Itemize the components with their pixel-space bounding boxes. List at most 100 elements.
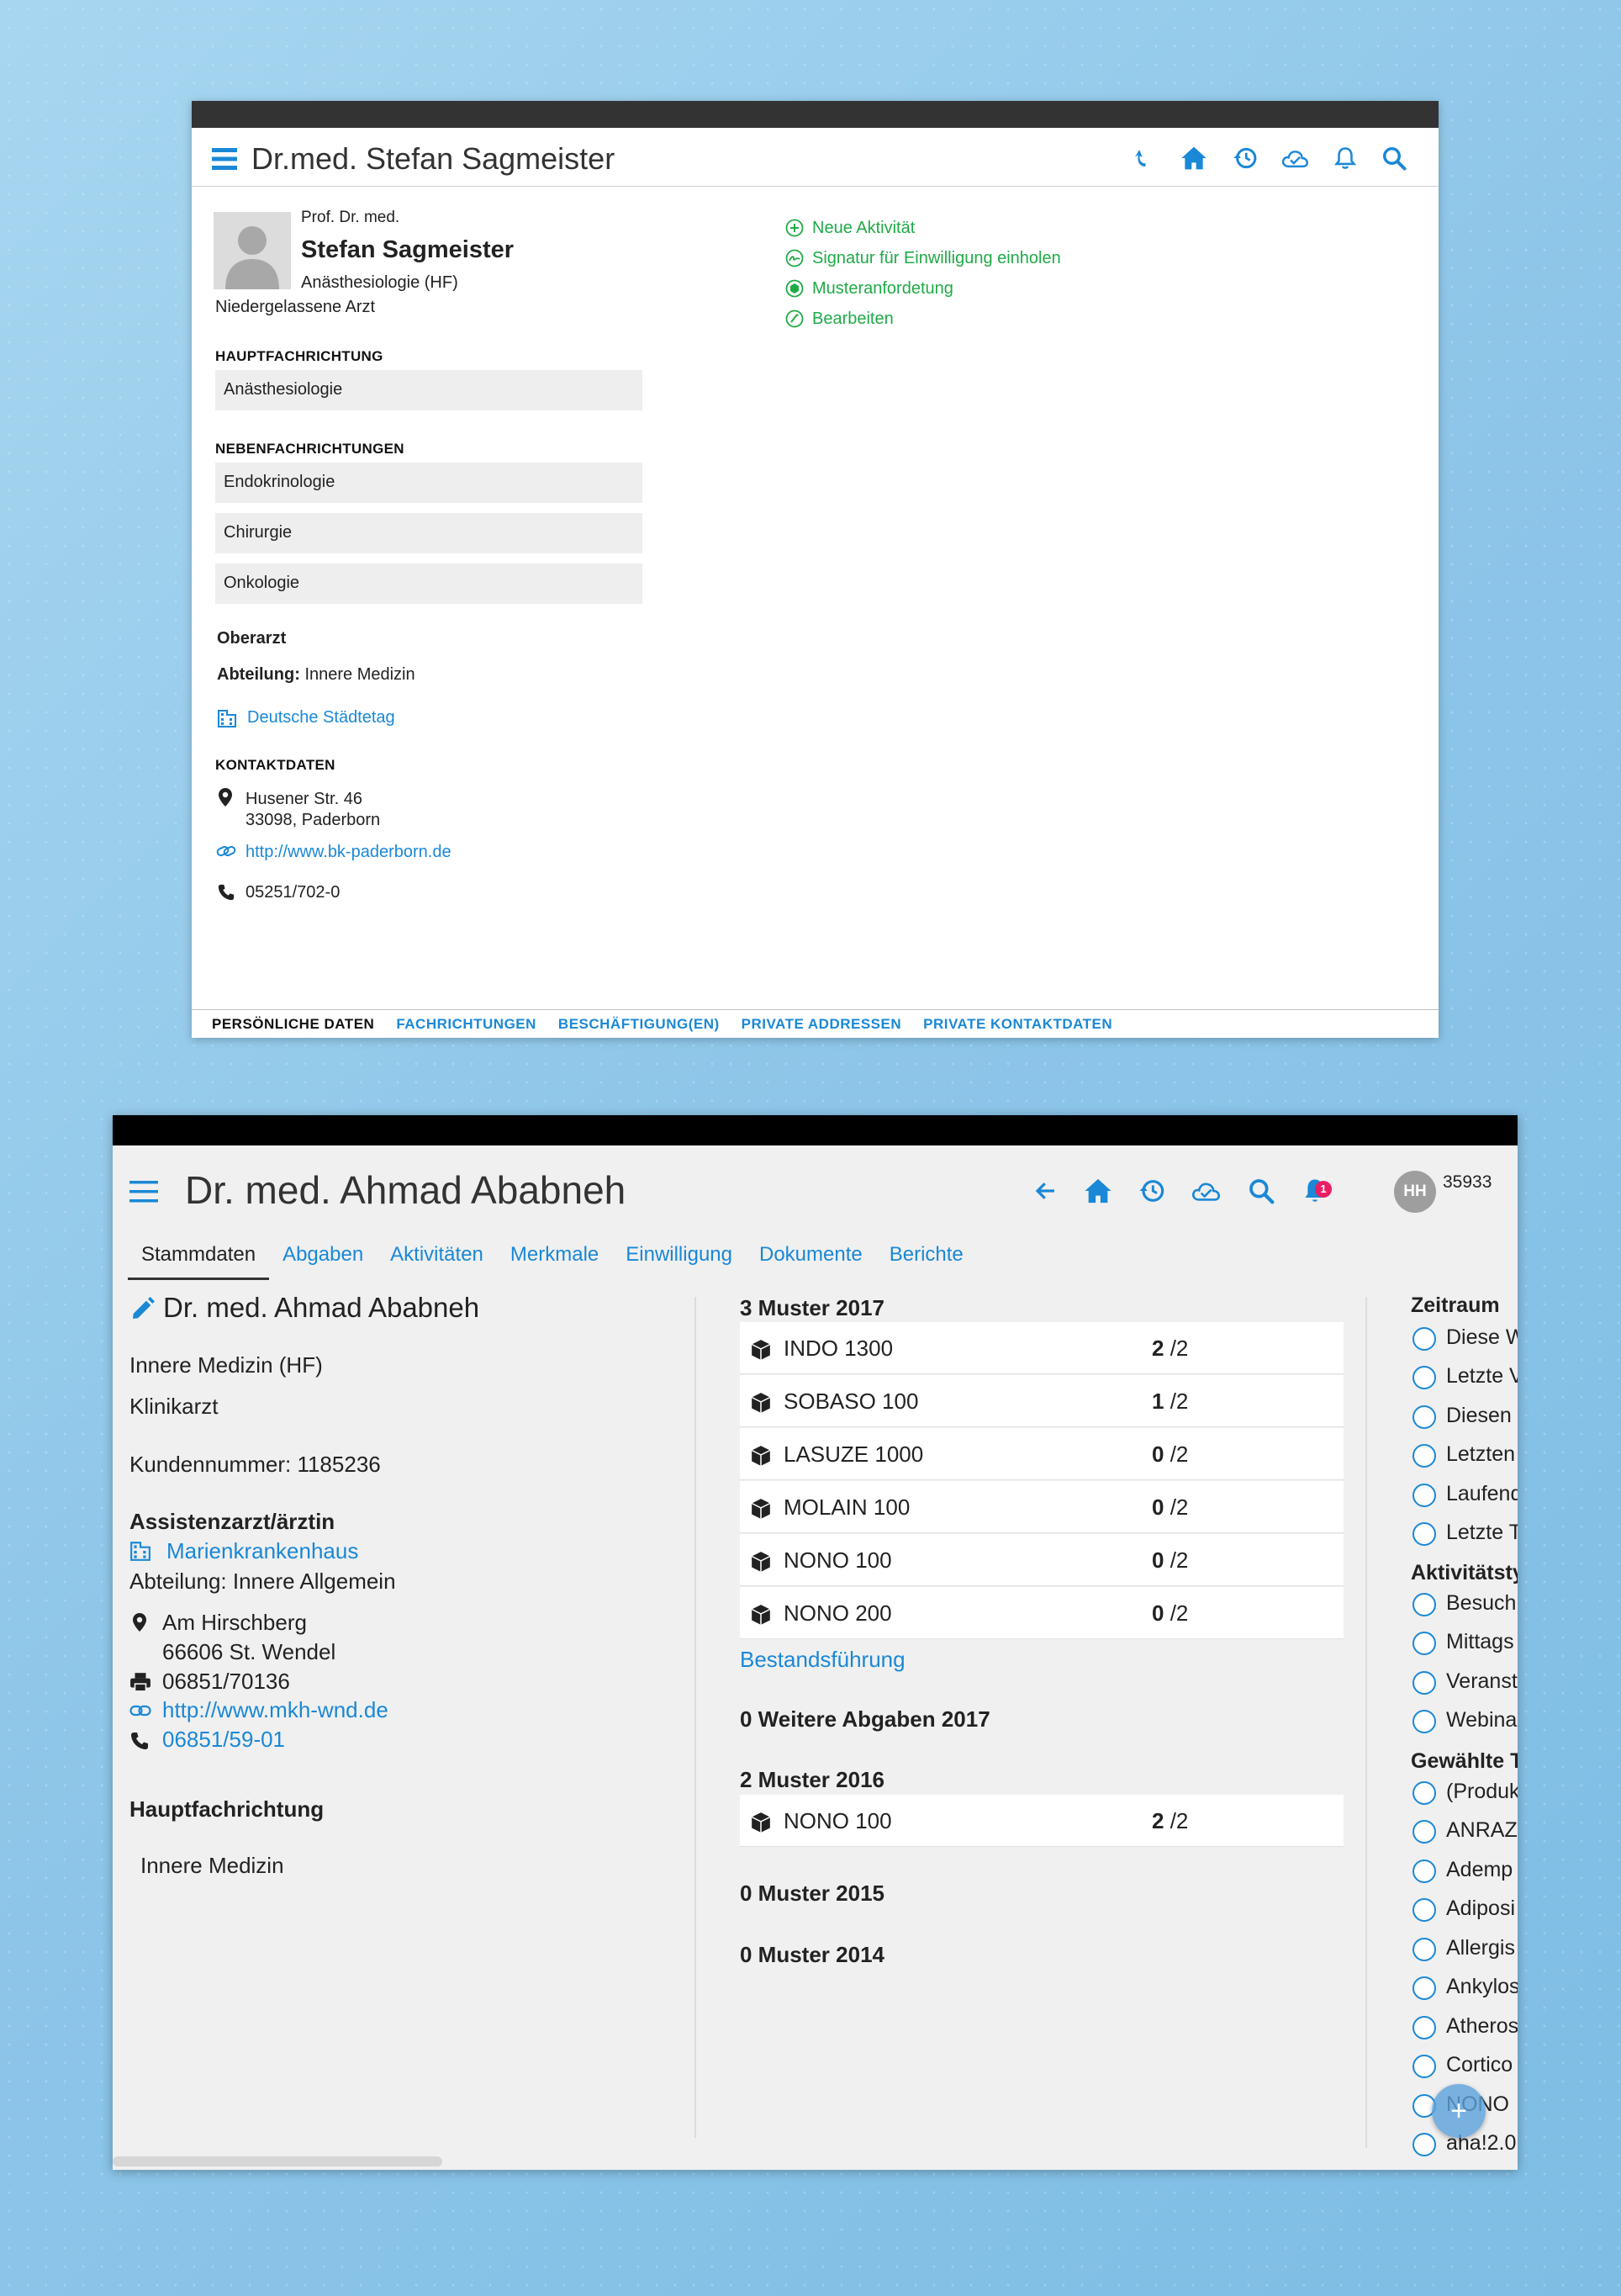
cloud-check-icon[interactable]: [1189, 1174, 1222, 1208]
phone-icon: [129, 1731, 150, 1751]
home-icon[interactable]: [1081, 1174, 1115, 1208]
horizontal-scrollbar[interactable]: [113, 2156, 442, 2166]
radio-button[interactable]: [1412, 1860, 1436, 1883]
sample-icon: [785, 279, 804, 298]
sample-count-value: 1: [1152, 1389, 1164, 1414]
sample-count: 0 /2: [1152, 1495, 1188, 1521]
tab-aktivitaeten[interactable]: Aktivitäten: [377, 1240, 497, 1280]
sample-name: NONO 100: [784, 1547, 892, 1573]
nebenfachrichtung-item: Endokrinologie: [215, 463, 642, 503]
bell-icon[interactable]: [1330, 143, 1360, 173]
radio-button[interactable]: [1412, 1671, 1436, 1695]
tab-dokumente[interactable]: Dokumente: [746, 1240, 876, 1280]
sample-row[interactable]: INDO 1300 2 /2: [740, 1322, 1344, 1374]
window-title-bar: [192, 101, 1439, 128]
sample-row[interactable]: SOBASO 100 1 /2: [740, 1375, 1344, 1427]
page-title: Dr.med. Stefan Sagmeister: [251, 141, 615, 176]
arrow-back-icon[interactable]: [1029, 1174, 1063, 1208]
radio-button[interactable]: [1412, 1366, 1436, 1389]
history-icon[interactable]: [1230, 143, 1260, 173]
abteilung: Abteilung: Innere Medizin: [217, 665, 415, 685]
sample-count: 0 /2: [1152, 1442, 1188, 1468]
radio-button[interactable]: [1412, 2133, 1436, 2156]
tab-beschaeftigungen[interactable]: BESCHÄFTIGUNG(EN): [558, 1016, 720, 1033]
role: Klinikarzt: [129, 1394, 219, 1419]
search-icon[interactable]: [1379, 143, 1409, 173]
notification-badge: 1: [1315, 1181, 1332, 1198]
sample-count: 0 /2: [1152, 1600, 1188, 1627]
user-avatar[interactable]: HH: [1394, 1171, 1436, 1213]
radio-button[interactable]: [1412, 1632, 1436, 1655]
search-icon[interactable]: [1244, 1174, 1278, 1208]
sample-name: LASUZE 1000: [784, 1442, 924, 1467]
tab-private-addressen[interactable]: PRIVATE ADDRESSEN: [742, 1016, 902, 1033]
history-icon[interactable]: [1135, 1174, 1169, 1208]
signature-label: Signatur für Einwilligung einholen: [812, 248, 1061, 267]
phone-link[interactable]: 06851/59-01: [162, 1727, 285, 1753]
tab-berichte[interactable]: Berichte: [876, 1240, 977, 1280]
radio-button[interactable]: [1412, 1781, 1436, 1805]
tab-abgaben[interactable]: Abgaben: [269, 1240, 377, 1280]
add-fab-button[interactable]: +: [1432, 2084, 1486, 2138]
undo-icon[interactable]: [1128, 143, 1159, 173]
position: Oberarzt: [217, 629, 287, 648]
tab-stammdaten[interactable]: Stammdaten: [128, 1240, 270, 1280]
radio-button[interactable]: [1412, 1405, 1436, 1429]
tab-merkmale[interactable]: Merkmale: [497, 1240, 612, 1280]
radio-button[interactable]: [1412, 2016, 1436, 2039]
tab-private-kontaktdaten[interactable]: PRIVATE KONTAKTDATEN: [923, 1016, 1112, 1033]
tab-persoenliche-daten[interactable]: PERSÖNLICHE DATEN: [212, 1016, 374, 1033]
sample-count-value: 0: [1152, 1442, 1164, 1467]
radio-button[interactable]: [1412, 2055, 1436, 2078]
fax-number: 06851/70136: [162, 1669, 290, 1694]
sample-row[interactable]: NONO 200 0 /2: [740, 1587, 1344, 1639]
abteilung-label: Abteilung:: [217, 665, 300, 684]
radio-button[interactable]: [1412, 1593, 1436, 1616]
bestandsfuehrung-link[interactable]: Bestandsführung: [740, 1647, 906, 1673]
radio-button[interactable]: [1412, 1710, 1436, 1733]
website-link[interactable]: http://www.bk-paderborn.de: [246, 843, 451, 862]
signature-action[interactable]: Signatur für Einwilligung einholen: [785, 246, 1061, 270]
website-link[interactable]: http://www.mkh-wnd.de: [162, 1697, 388, 1723]
cloud-check-icon[interactable]: [1280, 143, 1310, 173]
radio-button[interactable]: [1412, 1976, 1436, 2000]
menu-icon[interactable]: [129, 1181, 158, 1203]
sample-count-value: 0: [1152, 1600, 1164, 1626]
tab-fachrichtungen[interactable]: FACHRICHTUNGEN: [396, 1016, 536, 1033]
filter-section-zeitraum: Zeitraum: [1411, 1293, 1500, 1317]
radio-button[interactable]: [1412, 1484, 1436, 1507]
avatar: [214, 212, 291, 289]
sample-row[interactable]: NONO 100 2 /2: [740, 1795, 1344, 1847]
sample-request-action[interactable]: Musteranfordetung: [785, 277, 953, 300]
sample-count-total: /2: [1170, 1336, 1189, 1361]
package-icon: [751, 1340, 771, 1360]
sample-row[interactable]: MOLAIN 100 0 /2: [740, 1481, 1344, 1533]
new-activity-label: Neue Aktivität: [812, 218, 916, 237]
organization-link[interactable]: Marienkrankenhaus: [166, 1538, 358, 1564]
column-divider: [1365, 1297, 1367, 2148]
hauptfachrichtung-value: Innere Medizin: [140, 1853, 284, 1878]
filter-option-label: Ademp: [1446, 1858, 1513, 1881]
position: Assistenzarzt/ärztin: [129, 1509, 335, 1534]
footer-tabbar: PERSÖNLICHE DATEN FACHRICHTUNGEN BESCHÄF…: [192, 1009, 1439, 1038]
menu-icon[interactable]: [212, 148, 237, 170]
radio-button[interactable]: [1412, 1522, 1436, 1546]
tab-einwilligung[interactable]: Einwilligung: [612, 1240, 746, 1280]
sample-count-value: 2: [1152, 1808, 1164, 1833]
radio-button[interactable]: [1412, 1327, 1436, 1351]
organization-link[interactable]: Deutsche Städtetag: [247, 708, 395, 727]
sample-name: NONO 200: [784, 1600, 892, 1626]
nebenfachrichtung-item: Onkologie: [215, 563, 642, 604]
radio-button[interactable]: [1412, 1444, 1436, 1468]
hauptfachrichtung-value: Anästhesiologie: [215, 370, 642, 410]
radio-button[interactable]: [1412, 1898, 1436, 1922]
home-icon[interactable]: [1179, 143, 1209, 173]
sample-count-value: 0: [1152, 1495, 1164, 1520]
radio-button[interactable]: [1412, 1938, 1436, 1961]
radio-button[interactable]: [1412, 1820, 1436, 1844]
edit-pencil-icon[interactable]: [129, 1295, 156, 1322]
edit-action[interactable]: Bearbeiten: [785, 307, 894, 331]
sample-row[interactable]: NONO 100 0 /2: [740, 1534, 1344, 1586]
sample-row[interactable]: LASUZE 1000 0 /2: [740, 1428, 1344, 1480]
new-activity-action[interactable]: Neue Aktivität: [785, 216, 915, 240]
